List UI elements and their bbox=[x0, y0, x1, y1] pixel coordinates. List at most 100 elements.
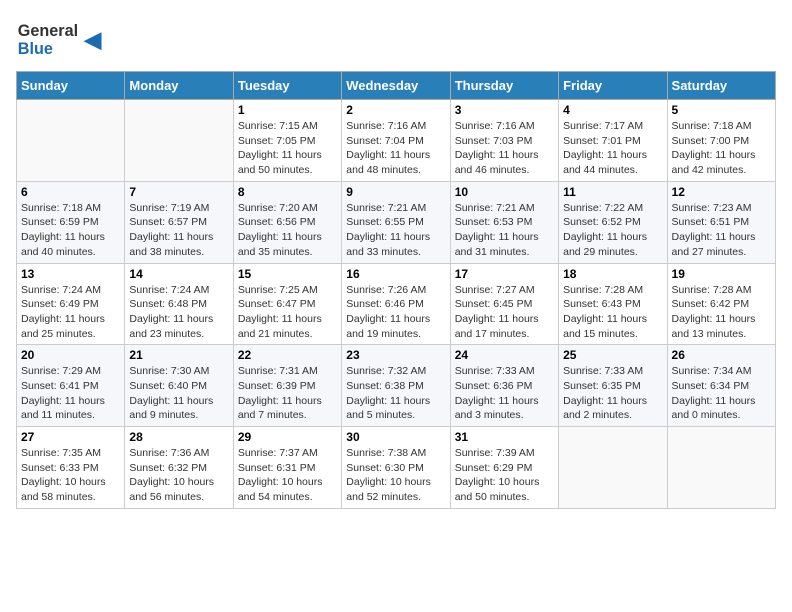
day-info: Sunrise: 7:28 AM Sunset: 6:42 PM Dayligh… bbox=[672, 283, 771, 342]
weekday-header-friday: Friday bbox=[559, 72, 667, 100]
day-info: Sunrise: 7:20 AM Sunset: 6:56 PM Dayligh… bbox=[238, 201, 337, 260]
day-number: 16 bbox=[346, 267, 445, 281]
day-info: Sunrise: 7:35 AM Sunset: 6:33 PM Dayligh… bbox=[21, 446, 120, 505]
calendar-week-row: 20 Sunrise: 7:29 AM Sunset: 6:41 PM Dayli… bbox=[17, 345, 776, 427]
calendar-cell: 21 Sunrise: 7:30 AM Sunset: 6:40 PM Dayli… bbox=[125, 345, 233, 427]
day-info: Sunrise: 7:33 AM Sunset: 6:36 PM Dayligh… bbox=[455, 364, 554, 423]
calendar-cell: 16 Sunrise: 7:26 AM Sunset: 6:46 PM Dayli… bbox=[342, 263, 450, 345]
day-info: Sunrise: 7:16 AM Sunset: 7:04 PM Dayligh… bbox=[346, 119, 445, 178]
day-number: 14 bbox=[129, 267, 228, 281]
day-number: 23 bbox=[346, 348, 445, 362]
day-number: 27 bbox=[21, 430, 120, 444]
calendar-week-row: 13Sunrise: 7:24 AM Sunset: 6:49 PM Dayli… bbox=[17, 263, 776, 345]
calendar-cell: 10Sunrise: 7:21 AM Sunset: 6:53 PM Dayli… bbox=[450, 181, 558, 263]
day-number: 13 bbox=[21, 267, 120, 281]
day-info: Sunrise: 7:26 AM Sunset: 6:46 PM Dayligh… bbox=[346, 283, 445, 342]
day-info: Sunrise: 7:18 AM Sunset: 6:59 PM Dayligh… bbox=[21, 201, 120, 260]
calendar-cell: 13Sunrise: 7:24 AM Sunset: 6:49 PM Dayli… bbox=[17, 263, 125, 345]
svg-text:Blue: Blue bbox=[18, 40, 53, 58]
calendar-cell: 11 Sunrise: 7:22 AM Sunset: 6:52 PM Dayli… bbox=[559, 181, 667, 263]
day-info: Sunrise: 7:27 AM Sunset: 6:45 PM Dayligh… bbox=[455, 283, 554, 342]
calendar-cell: 22 Sunrise: 7:31 AM Sunset: 6:39 PM Dayli… bbox=[233, 345, 341, 427]
calendar-cell bbox=[559, 427, 667, 509]
day-number: 5 bbox=[672, 103, 771, 117]
day-info: Sunrise: 7:22 AM Sunset: 6:52 PM Dayligh… bbox=[563, 201, 662, 260]
weekday-header-monday: Monday bbox=[125, 72, 233, 100]
day-number: 3 bbox=[455, 103, 554, 117]
day-number: 22 bbox=[238, 348, 337, 362]
calendar-cell: 3 Sunrise: 7:16 AM Sunset: 7:03 PM Daylig… bbox=[450, 100, 558, 182]
calendar-cell: 12Sunrise: 7:23 AM Sunset: 6:51 PM Dayli… bbox=[667, 181, 775, 263]
calendar-cell: 2Sunrise: 7:16 AM Sunset: 7:04 PM Daylig… bbox=[342, 100, 450, 182]
calendar-cell: 29 Sunrise: 7:37 AM Sunset: 6:31 PM Dayli… bbox=[233, 427, 341, 509]
day-number: 18 bbox=[563, 267, 662, 281]
calendar-cell: 18 Sunrise: 7:28 AM Sunset: 6:43 PM Dayli… bbox=[559, 263, 667, 345]
calendar-cell: 28Sunrise: 7:36 AM Sunset: 6:32 PM Dayli… bbox=[125, 427, 233, 509]
day-number: 29 bbox=[238, 430, 337, 444]
day-info: Sunrise: 7:19 AM Sunset: 6:57 PM Dayligh… bbox=[129, 201, 228, 260]
day-number: 15 bbox=[238, 267, 337, 281]
day-info: Sunrise: 7:16 AM Sunset: 7:03 PM Dayligh… bbox=[455, 119, 554, 178]
calendar-cell bbox=[667, 427, 775, 509]
day-number: 9 bbox=[346, 185, 445, 199]
calendar-cell: 24 Sunrise: 7:33 AM Sunset: 6:36 PM Dayli… bbox=[450, 345, 558, 427]
day-info: Sunrise: 7:30 AM Sunset: 6:40 PM Dayligh… bbox=[129, 364, 228, 423]
day-info: Sunrise: 7:17 AM Sunset: 7:01 PM Dayligh… bbox=[563, 119, 662, 178]
day-info: Sunrise: 7:31 AM Sunset: 6:39 PM Dayligh… bbox=[238, 364, 337, 423]
weekday-header-wednesday: Wednesday bbox=[342, 72, 450, 100]
weekday-header-row: SundayMondayTuesdayWednesdayThursdayFrid… bbox=[17, 72, 776, 100]
day-number: 7 bbox=[129, 185, 228, 199]
weekday-header-sunday: Sunday bbox=[17, 72, 125, 100]
calendar-cell: 7 Sunrise: 7:19 AM Sunset: 6:57 PM Daylig… bbox=[125, 181, 233, 263]
calendar-cell bbox=[17, 100, 125, 182]
calendar-cell: 31Sunrise: 7:39 AM Sunset: 6:29 PM Dayli… bbox=[450, 427, 558, 509]
calendar-cell: 20 Sunrise: 7:29 AM Sunset: 6:41 PM Dayli… bbox=[17, 345, 125, 427]
day-number: 17 bbox=[455, 267, 554, 281]
day-info: Sunrise: 7:25 AM Sunset: 6:47 PM Dayligh… bbox=[238, 283, 337, 342]
day-number: 21 bbox=[129, 348, 228, 362]
calendar-cell: 9 Sunrise: 7:21 AM Sunset: 6:55 PM Daylig… bbox=[342, 181, 450, 263]
day-number: 19 bbox=[672, 267, 771, 281]
calendar-cell: 25Sunrise: 7:33 AM Sunset: 6:35 PM Dayli… bbox=[559, 345, 667, 427]
day-info: Sunrise: 7:32 AM Sunset: 6:38 PM Dayligh… bbox=[346, 364, 445, 423]
calendar-cell: 30 Sunrise: 7:38 AM Sunset: 6:30 PM Dayli… bbox=[342, 427, 450, 509]
calendar-cell: 27 Sunrise: 7:35 AM Sunset: 6:33 PM Dayli… bbox=[17, 427, 125, 509]
day-info: Sunrise: 7:38 AM Sunset: 6:30 PM Dayligh… bbox=[346, 446, 445, 505]
calendar-cell: 5 Sunrise: 7:18 AM Sunset: 7:00 PM Daylig… bbox=[667, 100, 775, 182]
day-info: Sunrise: 7:37 AM Sunset: 6:31 PM Dayligh… bbox=[238, 446, 337, 505]
calendar-cell: 26Sunrise: 7:34 AM Sunset: 6:34 PM Dayli… bbox=[667, 345, 775, 427]
day-number: 1 bbox=[238, 103, 337, 117]
day-info: Sunrise: 7:18 AM Sunset: 7:00 PM Dayligh… bbox=[672, 119, 771, 178]
calendar-cell: 19 Sunrise: 7:28 AM Sunset: 6:42 PM Dayli… bbox=[667, 263, 775, 345]
calendar-cell: 15 Sunrise: 7:25 AM Sunset: 6:47 PM Dayli… bbox=[233, 263, 341, 345]
day-number: 24 bbox=[455, 348, 554, 362]
calendar-cell: 6 Sunrise: 7:18 AM Sunset: 6:59 PM Daylig… bbox=[17, 181, 125, 263]
day-number: 6 bbox=[21, 185, 120, 199]
day-info: Sunrise: 7:21 AM Sunset: 6:53 PM Dayligh… bbox=[455, 201, 554, 260]
day-number: 20 bbox=[21, 348, 120, 362]
day-info: Sunrise: 7:29 AM Sunset: 6:41 PM Dayligh… bbox=[21, 364, 120, 423]
day-number: 28 bbox=[129, 430, 228, 444]
calendar-week-row: 6 Sunrise: 7:18 AM Sunset: 6:59 PM Daylig… bbox=[17, 181, 776, 263]
day-info: Sunrise: 7:28 AM Sunset: 6:43 PM Dayligh… bbox=[563, 283, 662, 342]
day-info: Sunrise: 7:21 AM Sunset: 6:55 PM Dayligh… bbox=[346, 201, 445, 260]
calendar-week-row: 1Sunrise: 7:15 AM Sunset: 7:05 PM Daylig… bbox=[17, 100, 776, 182]
weekday-header-saturday: Saturday bbox=[667, 72, 775, 100]
page-header: General Blue bbox=[16, 16, 776, 61]
weekday-header-tuesday: Tuesday bbox=[233, 72, 341, 100]
day-info: Sunrise: 7:34 AM Sunset: 6:34 PM Dayligh… bbox=[672, 364, 771, 423]
day-info: Sunrise: 7:23 AM Sunset: 6:51 PM Dayligh… bbox=[672, 201, 771, 260]
calendar-table: SundayMondayTuesdayWednesdayThursdayFrid… bbox=[16, 71, 776, 509]
svg-text:General: General bbox=[18, 22, 78, 40]
calendar-cell: 1Sunrise: 7:15 AM Sunset: 7:05 PM Daylig… bbox=[233, 100, 341, 182]
calendar-cell bbox=[125, 100, 233, 182]
day-info: Sunrise: 7:39 AM Sunset: 6:29 PM Dayligh… bbox=[455, 446, 554, 505]
day-number: 11 bbox=[563, 185, 662, 199]
day-number: 30 bbox=[346, 430, 445, 444]
calendar-cell: 4Sunrise: 7:17 AM Sunset: 7:01 PM Daylig… bbox=[559, 100, 667, 182]
calendar-cell: 23 Sunrise: 7:32 AM Sunset: 6:38 PM Dayli… bbox=[342, 345, 450, 427]
calendar-cell: 14Sunrise: 7:24 AM Sunset: 6:48 PM Dayli… bbox=[125, 263, 233, 345]
weekday-header-thursday: Thursday bbox=[450, 72, 558, 100]
day-number: 25 bbox=[563, 348, 662, 362]
logo: General Blue bbox=[16, 16, 106, 61]
